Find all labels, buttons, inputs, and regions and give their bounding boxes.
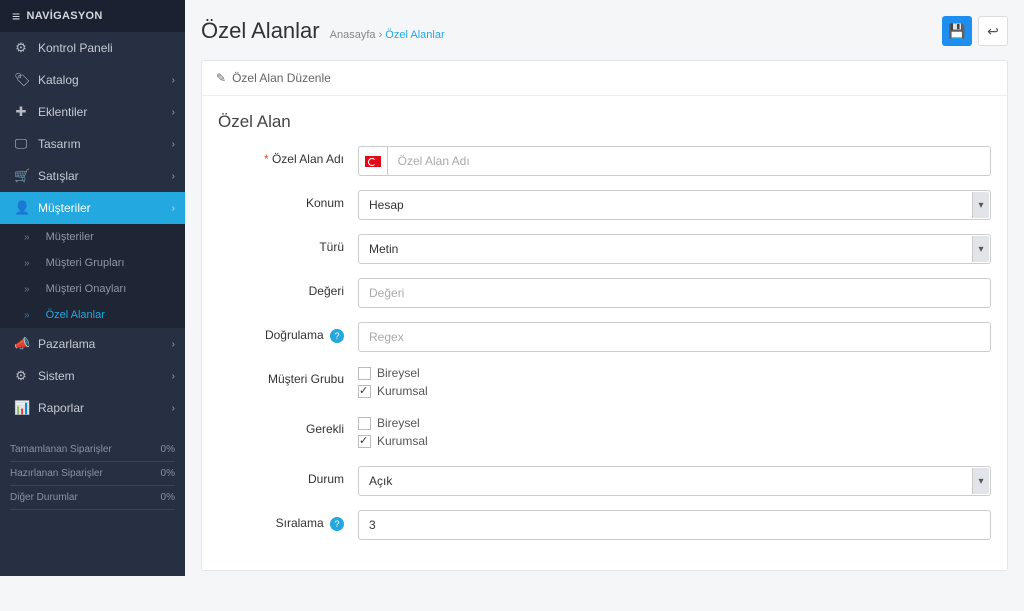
checkbox[interactable] (358, 385, 371, 398)
sidebar-subitem[interactable]: Özel Alanlar (0, 302, 185, 328)
sort-input[interactable] (358, 510, 991, 540)
nav-label: Tasarım (38, 137, 81, 151)
nav-icon: ⚙ (14, 40, 28, 56)
checkbox-option[interactable]: Kurumsal (358, 434, 991, 448)
checkbox-option[interactable]: Bireysel (358, 366, 991, 380)
page-title: Özel Alanlar (201, 18, 320, 44)
required-checks: Bireysel Kurumsal (358, 416, 991, 452)
sidebar-stats: Tamamlanan Siparişler0%Hazırlanan Sipari… (10, 438, 175, 510)
chevron-right-icon: › (172, 203, 175, 214)
sidebar-item-raporlar[interactable]: 📊 Raporlar › (0, 392, 185, 424)
panel-header: ✎ Özel Alan Düzenle (202, 61, 1007, 96)
location-select[interactable]: Hesap (358, 190, 991, 220)
sidebar-subitem[interactable]: Müşteriler (0, 224, 185, 250)
main: Özel Alanlar Anasayfa › Özel Alanlar 💾 ↩… (185, 0, 1024, 611)
type-label: Türü (218, 234, 358, 254)
sidebar-item-eklentiler[interactable]: ✚ Eklentiler › (0, 96, 185, 128)
help-icon[interactable]: ? (330, 329, 344, 343)
validation-input[interactable] (358, 322, 991, 352)
breadcrumb: Anasayfa › Özel Alanlar (330, 29, 445, 41)
nav-icon: 👤 (14, 200, 28, 216)
nav-label: Müşteriler (38, 201, 91, 215)
chevron-right-icon: › (172, 139, 175, 150)
name-input[interactable] (387, 146, 991, 176)
nav-label: Pazarlama (38, 337, 95, 351)
sidebar-item-sistem[interactable]: ⚙ Sistem › (0, 360, 185, 392)
section-title: Özel Alan (218, 112, 991, 132)
chevron-right-icon: › (172, 371, 175, 382)
required-label: Gerekli (218, 416, 358, 436)
status-label: Durum (218, 466, 358, 486)
nav-list: ⚙ Kontrol Paneli 🏷 Katalog › ✚ Eklentiler › 🖵 Tas… (0, 32, 185, 424)
chevron-right-icon: › (172, 403, 175, 414)
value-input[interactable] (358, 278, 991, 308)
page-header: Özel Alanlar Anasayfa › Özel Alanlar 💾 ↩ (201, 16, 1008, 46)
customer-group-checks: Bireysel Kurumsal (358, 366, 991, 402)
nav-label: Satışlar (38, 169, 79, 183)
sidebar-title: NAVİGASYON (0, 0, 185, 32)
nav-icon: ⚙ (14, 368, 28, 384)
chevron-right-icon: › (172, 75, 175, 86)
chevron-right-icon: › (172, 171, 175, 182)
panel-title: Özel Alan Düzenle (232, 71, 331, 85)
chevron-right-icon: › (172, 107, 175, 118)
sidebar-item-müşteriler[interactable]: 👤 Müşteriler › (0, 192, 185, 224)
help-icon[interactable]: ? (330, 517, 344, 531)
checkbox[interactable] (358, 417, 371, 430)
nav-label: Katalog (38, 73, 79, 87)
customer-group-label: Müşteri Grubu (218, 366, 358, 386)
status-select[interactable]: Açık (358, 466, 991, 496)
type-select[interactable]: Metin (358, 234, 991, 264)
save-button[interactable]: 💾 (942, 16, 972, 46)
nav-icon: 📊 (14, 400, 28, 416)
panel: ✎ Özel Alan Düzenle Özel Alan * Özel Ala… (201, 60, 1008, 571)
nav-icon: 📣 (14, 336, 28, 352)
sidebar-item-tasarım[interactable]: 🖵 Tasarım › (0, 128, 185, 160)
sidebar-item-satışlar[interactable]: 🛒 Satışlar › (0, 160, 185, 192)
nav-label: Kontrol Paneli (38, 41, 113, 55)
checkbox-option[interactable]: Bireysel (358, 416, 991, 430)
sidebar: NAVİGASYON ⚙ Kontrol Paneli 🏷 Katalog › ✚ Ekle… (0, 0, 185, 576)
nav-icon: ✚ (14, 104, 28, 120)
back-button[interactable]: ↩ (978, 16, 1008, 46)
nav-label: Eklentiler (38, 105, 87, 119)
value-label: Değeri (218, 278, 358, 298)
sidebar-item-pazarlama[interactable]: 📣 Pazarlama › (0, 328, 185, 360)
nav-icon: 🛒 (14, 168, 28, 184)
crumb-current[interactable]: Özel Alanlar (385, 29, 444, 41)
crumb-home[interactable]: Anasayfa (330, 29, 376, 41)
checkbox[interactable] (358, 435, 371, 448)
sidebar-item-kontrol-paneli[interactable]: ⚙ Kontrol Paneli (0, 32, 185, 64)
stat-row: Hazırlanan Siparişler0% (10, 462, 175, 486)
chevron-right-icon: › (172, 339, 175, 350)
sidebar-subitem[interactable]: Müşteri Onayları (0, 276, 185, 302)
pencil-icon: ✎ (216, 71, 226, 85)
flag-icon (358, 146, 387, 176)
nav-label: Raporlar (38, 401, 84, 415)
stat-row: Diğer Durumlar0% (10, 486, 175, 510)
nav-icon: 🖵 (14, 136, 28, 152)
sidebar-item-katalog[interactable]: 🏷 Katalog › (0, 64, 185, 96)
checkbox[interactable] (358, 367, 371, 380)
validation-label: Doğrulama ? (218, 322, 358, 343)
nav-icon: 🏷 (14, 72, 28, 88)
nav-label: Sistem (38, 369, 75, 383)
name-label: * Özel Alan Adı (218, 146, 358, 166)
sort-label: Sıralama ? (218, 510, 358, 531)
sidebar-subitem[interactable]: Müşteri Grupları (0, 250, 185, 276)
location-label: Konum (218, 190, 358, 210)
checkbox-option[interactable]: Kurumsal (358, 384, 991, 398)
stat-row: Tamamlanan Siparişler0% (10, 438, 175, 462)
